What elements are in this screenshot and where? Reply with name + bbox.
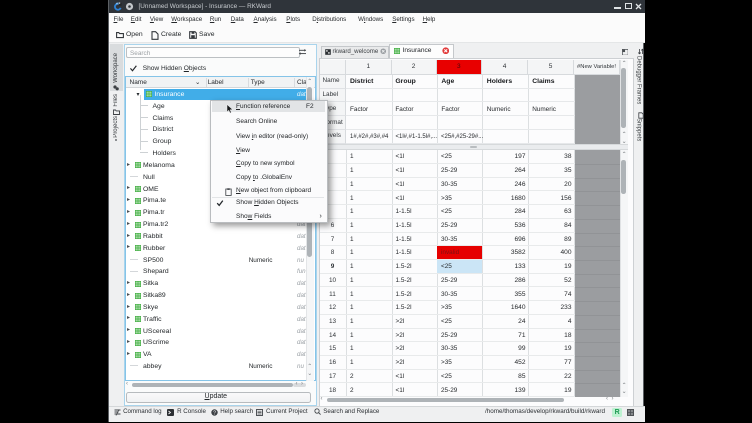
svg-text:?: ? [213,410,216,416]
